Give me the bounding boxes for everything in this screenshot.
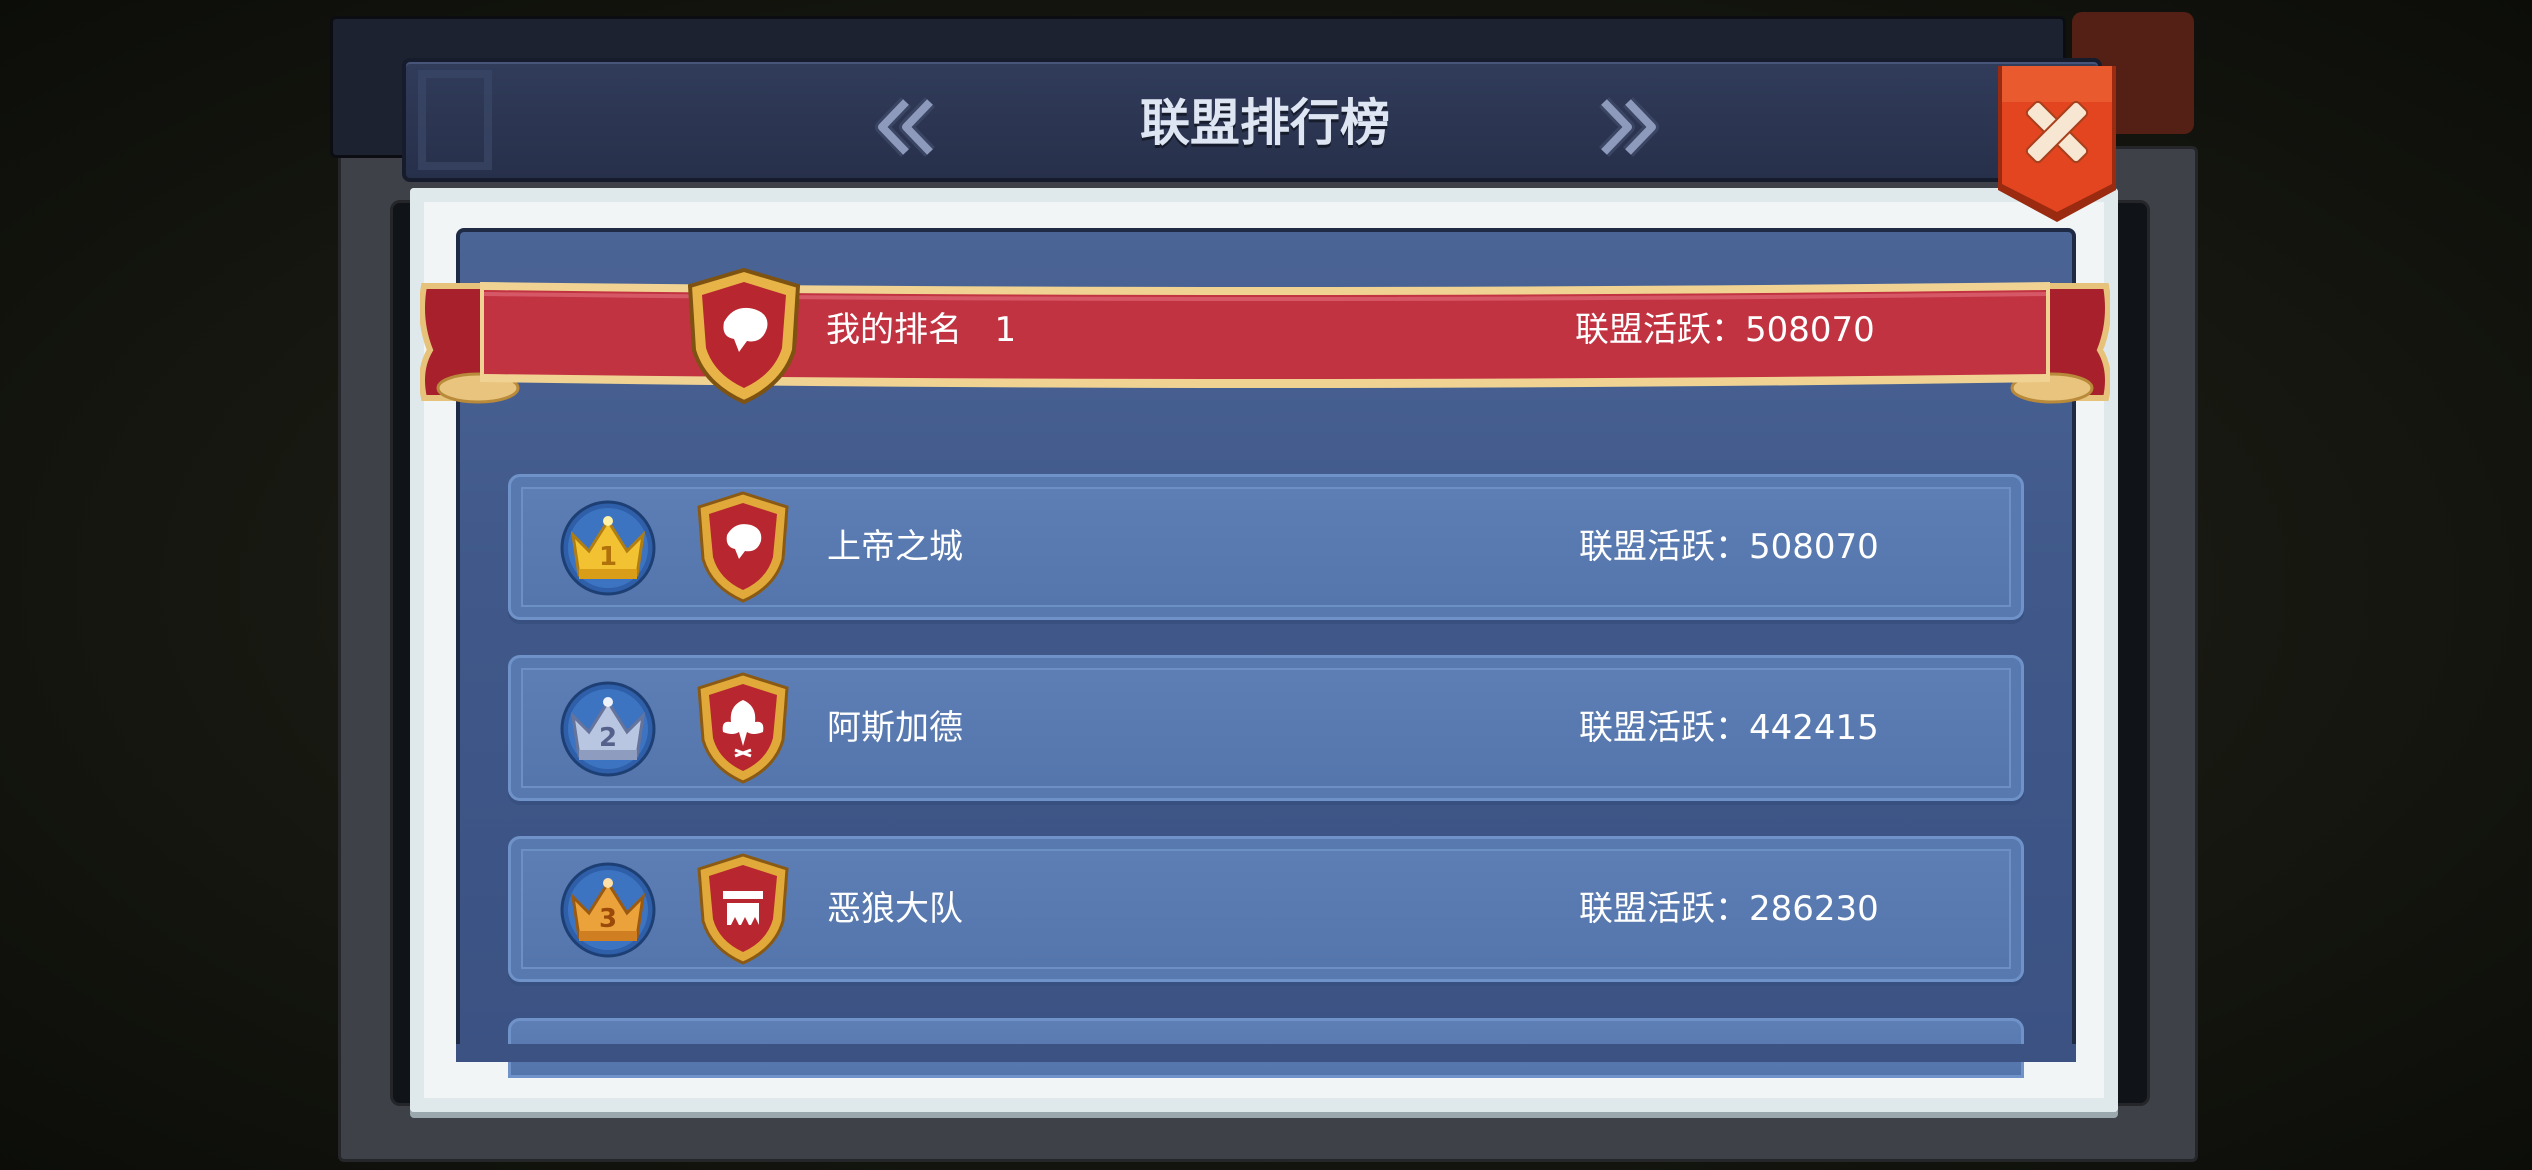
svg-text:1: 1 bbox=[599, 542, 617, 572]
header-ornament bbox=[418, 70, 492, 170]
next-page-arrow-icon[interactable] bbox=[1594, 96, 1664, 158]
close-button[interactable] bbox=[1994, 62, 2120, 226]
alliance-activity: 联盟活跃：508070 bbox=[1579, 527, 1879, 567]
alliance-name: 上帝之城 bbox=[827, 527, 963, 567]
ranking-row[interactable]: 3 恶狼大队 联盟活跃：286230 bbox=[508, 836, 2024, 982]
panel-bottom-edge bbox=[456, 1044, 2076, 1062]
ranking-row[interactable]: 2 阿斯加德 联盟活跃：442415 bbox=[508, 655, 2024, 801]
my-alliance-activity: 联盟活跃：508070 bbox=[1575, 310, 1875, 350]
fortress-emblem-icon bbox=[697, 853, 789, 965]
svg-text:2: 2 bbox=[599, 723, 617, 753]
bronze-crown-icon: 3 bbox=[560, 862, 656, 958]
svg-text:3: 3 bbox=[599, 904, 617, 934]
phoenix-emblem-icon bbox=[697, 672, 789, 784]
previous-page-arrow-icon[interactable] bbox=[870, 96, 940, 158]
alliance-name: 恶狼大队 bbox=[827, 889, 963, 929]
my-alliance-lion-emblem-icon bbox=[687, 267, 801, 405]
gold-crown-icon: 1 bbox=[560, 500, 656, 596]
alliance-activity: 联盟活跃：286230 bbox=[1579, 889, 1879, 929]
popup-title: 联盟排行榜 bbox=[1140, 94, 1390, 152]
alliance-name: 阿斯加德 bbox=[827, 708, 963, 748]
ranking-row[interactable]: 1 上帝之城 联盟活跃：508070 bbox=[508, 474, 2024, 620]
silver-crown-icon: 2 bbox=[560, 681, 656, 777]
alliance-activity: 联盟活跃：442415 bbox=[1579, 708, 1879, 748]
my-rank-label: 我的排名 1 bbox=[826, 310, 1017, 350]
lion-emblem-icon bbox=[697, 491, 789, 603]
